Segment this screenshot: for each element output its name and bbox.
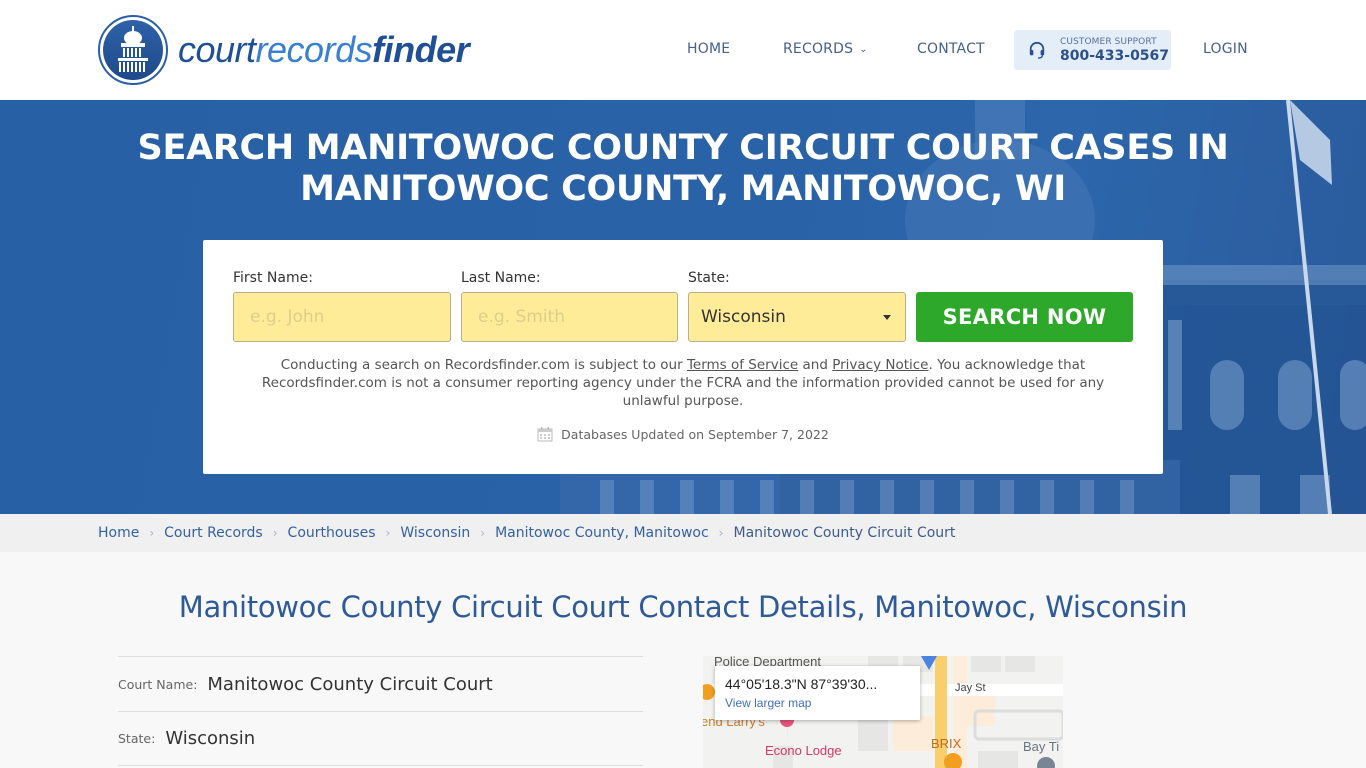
breadcrumb-courthouses[interactable]: Courthouses [288, 525, 376, 541]
support-phone[interactable]: 800-433-0567 [1060, 48, 1169, 64]
caret-down-icon [883, 315, 891, 320]
nav-home[interactable]: HOME [687, 41, 730, 57]
terms-of-service-link[interactable]: Terms of Service [687, 357, 798, 373]
breadcrumb-home[interactable]: Home [98, 525, 139, 541]
state-select[interactable]: Wisconsin [688, 292, 906, 342]
chevron-right-icon: › [149, 526, 155, 540]
breadcrumb-county[interactable]: Manitowoc County, Manitowoc [495, 525, 709, 541]
chevron-right-icon: › [385, 526, 391, 540]
hero-title-line1: SEARCH MANITOWOC COUNTY CIRCUIT COURT CA… [137, 128, 1229, 168]
site-header: courtrecordsfinder HOME RECORDS ⌄ CONTACT… [0, 0, 1366, 100]
hero-title: SEARCH MANITOWOC COUNTY CIRCUIT COURT CA… [0, 128, 1366, 210]
breadcrumb-current: Manitowoc County Circuit Court [733, 525, 956, 541]
map-label-econo-lodge: Econo Lodge [765, 743, 842, 758]
capitol-logo-icon [98, 15, 168, 85]
map-label-jay-st: Jay St [955, 682, 986, 694]
hero-title-line2: MANITOWOC COUNTY, MANITOWOC, WI [300, 169, 1066, 209]
breadcrumb-wisconsin[interactable]: Wisconsin [400, 525, 470, 541]
disclaimer-text-and: and [798, 357, 833, 373]
first-name-input[interactable] [250, 307, 450, 327]
privacy-notice-link[interactable]: Privacy Notice [832, 357, 928, 373]
chevron-right-icon: › [272, 526, 278, 540]
logo-text-records: records [255, 29, 373, 70]
detail-value: Manitowoc County Circuit Court [207, 673, 493, 695]
nav-contact[interactable]: CONTACT [917, 41, 985, 57]
map-info-card: 44°05'18.3"N 87°39'30... View larger map [715, 666, 920, 720]
last-name-input[interactable] [478, 307, 677, 327]
map-label-brix: BRIX [931, 736, 962, 751]
search-disclaimer: Conducting a search on Recordsfinder.com… [243, 356, 1123, 410]
nav-login[interactable]: LOGIN [1203, 41, 1248, 57]
embedded-map[interactable]: Police Department Jay St end Larry's Eco… [703, 656, 1063, 768]
detail-row-state: State: Wisconsin [118, 711, 643, 766]
first-name-label: First Name: [233, 270, 313, 286]
nav-records-label: RECORDS [783, 41, 854, 57]
detail-label: Court Name: [118, 676, 198, 692]
breadcrumb-court-records[interactable]: Court Records [164, 525, 263, 541]
logo-wordmark: courtrecordsfinder [178, 29, 470, 70]
breadcrumb: Home › Court Records › Courthouses › Wis… [0, 514, 1366, 552]
map-coordinates: 44°05'18.3"N 87°39'30... [725, 676, 878, 692]
page-title: Manitowoc County Circuit Court Contact D… [178, 590, 1188, 624]
map-label-bay: Bay Ti [1023, 739, 1060, 754]
search-now-button[interactable]: SEARCH NOW [916, 292, 1133, 342]
detail-value: Wisconsin [165, 728, 256, 749]
headset-icon [1029, 41, 1045, 59]
first-name-field-wrapper [233, 292, 451, 342]
detail-label: State: [118, 731, 156, 746]
court-details-list: Court Name: Manitowoc County Circuit Cou… [118, 656, 643, 766]
chevron-right-icon: › [718, 526, 724, 540]
logo-text-finder: finder [372, 29, 470, 70]
last-name-label: Last Name: [461, 270, 541, 286]
customer-support-button[interactable]: CUSTOMER SUPPORT 800-433-0567 [1014, 30, 1171, 70]
chevron-down-icon: ⌄ [859, 44, 868, 55]
last-name-field-wrapper [461, 292, 678, 342]
view-larger-map-link[interactable]: View larger map [725, 696, 920, 710]
nav-records[interactable]: RECORDS ⌄ [783, 41, 868, 57]
support-label: CUSTOMER SUPPORT [1060, 36, 1157, 47]
database-updated-note: Databases Updated on September 7, 2022 [203, 426, 1163, 442]
detail-row-court-name: Court Name: Manitowoc County Circuit Cou… [118, 656, 643, 711]
state-select-value: Wisconsin [701, 307, 786, 327]
logo-text-court: court [178, 29, 256, 70]
search-form: First Name: Last Name: State: Wisconsin … [203, 240, 1163, 474]
disclaimer-text-pre: Conducting a search on Recordsfinder.com… [280, 357, 687, 373]
site-logo[interactable]: courtrecordsfinder [98, 15, 470, 85]
database-updated-text: Databases Updated on September 7, 2022 [561, 426, 829, 442]
chevron-right-icon: › [480, 526, 486, 540]
calendar-icon [537, 427, 553, 442]
hero-section: SEARCH MANITOWOC COUNTY CIRCUIT COURT CA… [0, 100, 1366, 514]
state-label: State: [688, 270, 730, 286]
